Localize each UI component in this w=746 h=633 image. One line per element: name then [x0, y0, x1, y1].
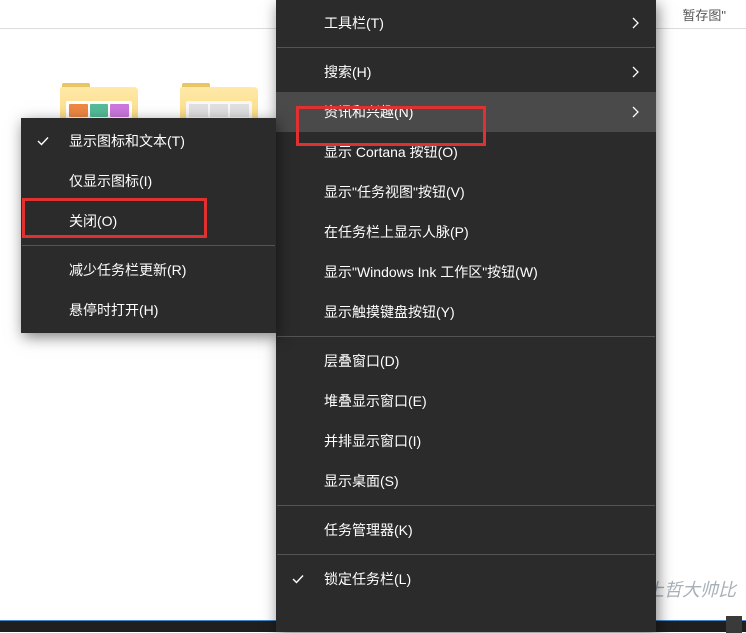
menuitem-label: 关闭(O) [69, 211, 117, 231]
menuitem-search[interactable]: 搜索(H) [276, 52, 656, 92]
menuitem-touch-keyboard[interactable]: 显示触摸键盘按钮(Y) [276, 292, 656, 332]
menuitem-label: 悬停时打开(H) [69, 300, 158, 320]
menuitem-open-on-hover[interactable]: 悬停时打开(H) [21, 290, 276, 330]
chevron-right-icon [630, 105, 640, 119]
menuitem-label: 锁定任务栏(L) [324, 569, 411, 589]
top-caption: 暂存图" [682, 5, 746, 24]
menu-separator [277, 336, 655, 337]
menuitem-show-desktop[interactable]: 显示桌面(S) [276, 461, 656, 501]
menuitem-label: 显示 Cortana 按钮(O) [324, 142, 458, 162]
submenu-news-interests: 显示图标和文本(T) 仅显示图标(I) 关闭(O) 减少任务栏更新(R) 悬停时… [21, 118, 276, 333]
menuitem-label: 资讯和兴趣(N) [324, 102, 413, 122]
menuitem-label: 堆叠显示窗口(E) [324, 391, 427, 411]
menuitem-label: 显示"Windows Ink 工作区"按钮(W) [324, 262, 538, 282]
menuitem-task-manager[interactable]: 任务管理器(K) [276, 510, 656, 550]
menuitem-side-by-side[interactable]: 并排显示窗口(I) [276, 421, 656, 461]
taskbar-context-menu: 工具栏(T) 搜索(H) 资讯和兴趣(N) 显示 Cortana 按钮(O) 显… [276, 0, 656, 632]
menu-separator [277, 554, 655, 555]
menuitem-toolbars[interactable]: 工具栏(T) [276, 3, 656, 43]
menuitem-show-icon-text[interactable]: 显示图标和文本(T) [21, 121, 276, 161]
menuitem-icon-only[interactable]: 仅显示图标(I) [21, 161, 276, 201]
menuitem-taskview-button[interactable]: 显示"任务视图"按钮(V) [276, 172, 656, 212]
menuitem-label: 并排显示窗口(I) [324, 431, 421, 451]
menuitem-label: 任务管理器(K) [324, 520, 413, 540]
menuitem-label: 层叠窗口(D) [324, 351, 399, 371]
menu-separator [22, 245, 275, 246]
menuitem-label: 显示"任务视图"按钮(V) [324, 182, 465, 202]
menuitem-label: 减少任务栏更新(R) [69, 260, 186, 280]
menuitem-windows-ink[interactable]: 显示"Windows Ink 工作区"按钮(W) [276, 252, 656, 292]
menuitem-cascade-windows[interactable]: 层叠窗口(D) [276, 341, 656, 381]
chevron-right-icon [630, 65, 640, 79]
menu-separator [277, 47, 655, 48]
menuitem-reduce-updates[interactable]: 减少任务栏更新(R) [21, 250, 276, 290]
menu-separator [277, 505, 655, 506]
menuitem-label: 仅显示图标(I) [69, 171, 152, 191]
menuitem-people[interactable]: 在任务栏上显示人脉(P) [276, 212, 656, 252]
menuitem-label: 搜索(H) [324, 62, 371, 82]
chevron-right-icon [630, 16, 640, 30]
menuitem-lock-taskbar[interactable]: 锁定任务栏(L) [276, 559, 656, 599]
menuitem-stack-windows[interactable]: 堆叠显示窗口(E) [276, 381, 656, 421]
check-icon [290, 571, 306, 587]
menuitem-label: 工具栏(T) [324, 13, 384, 33]
menuitem-close[interactable]: 关闭(O) [21, 201, 276, 241]
menuitem-label: 在任务栏上显示人脉(P) [324, 222, 469, 242]
menuitem-news-interests[interactable]: 资讯和兴趣(N) [276, 92, 656, 132]
menuitem-cortana-button[interactable]: 显示 Cortana 按钮(O) [276, 132, 656, 172]
check-icon [35, 133, 51, 149]
menuitem-label: 显示触摸键盘按钮(Y) [324, 302, 455, 322]
menuitem-label: 显示桌面(S) [324, 471, 399, 491]
menuitem-label: 显示图标和文本(T) [69, 131, 185, 151]
